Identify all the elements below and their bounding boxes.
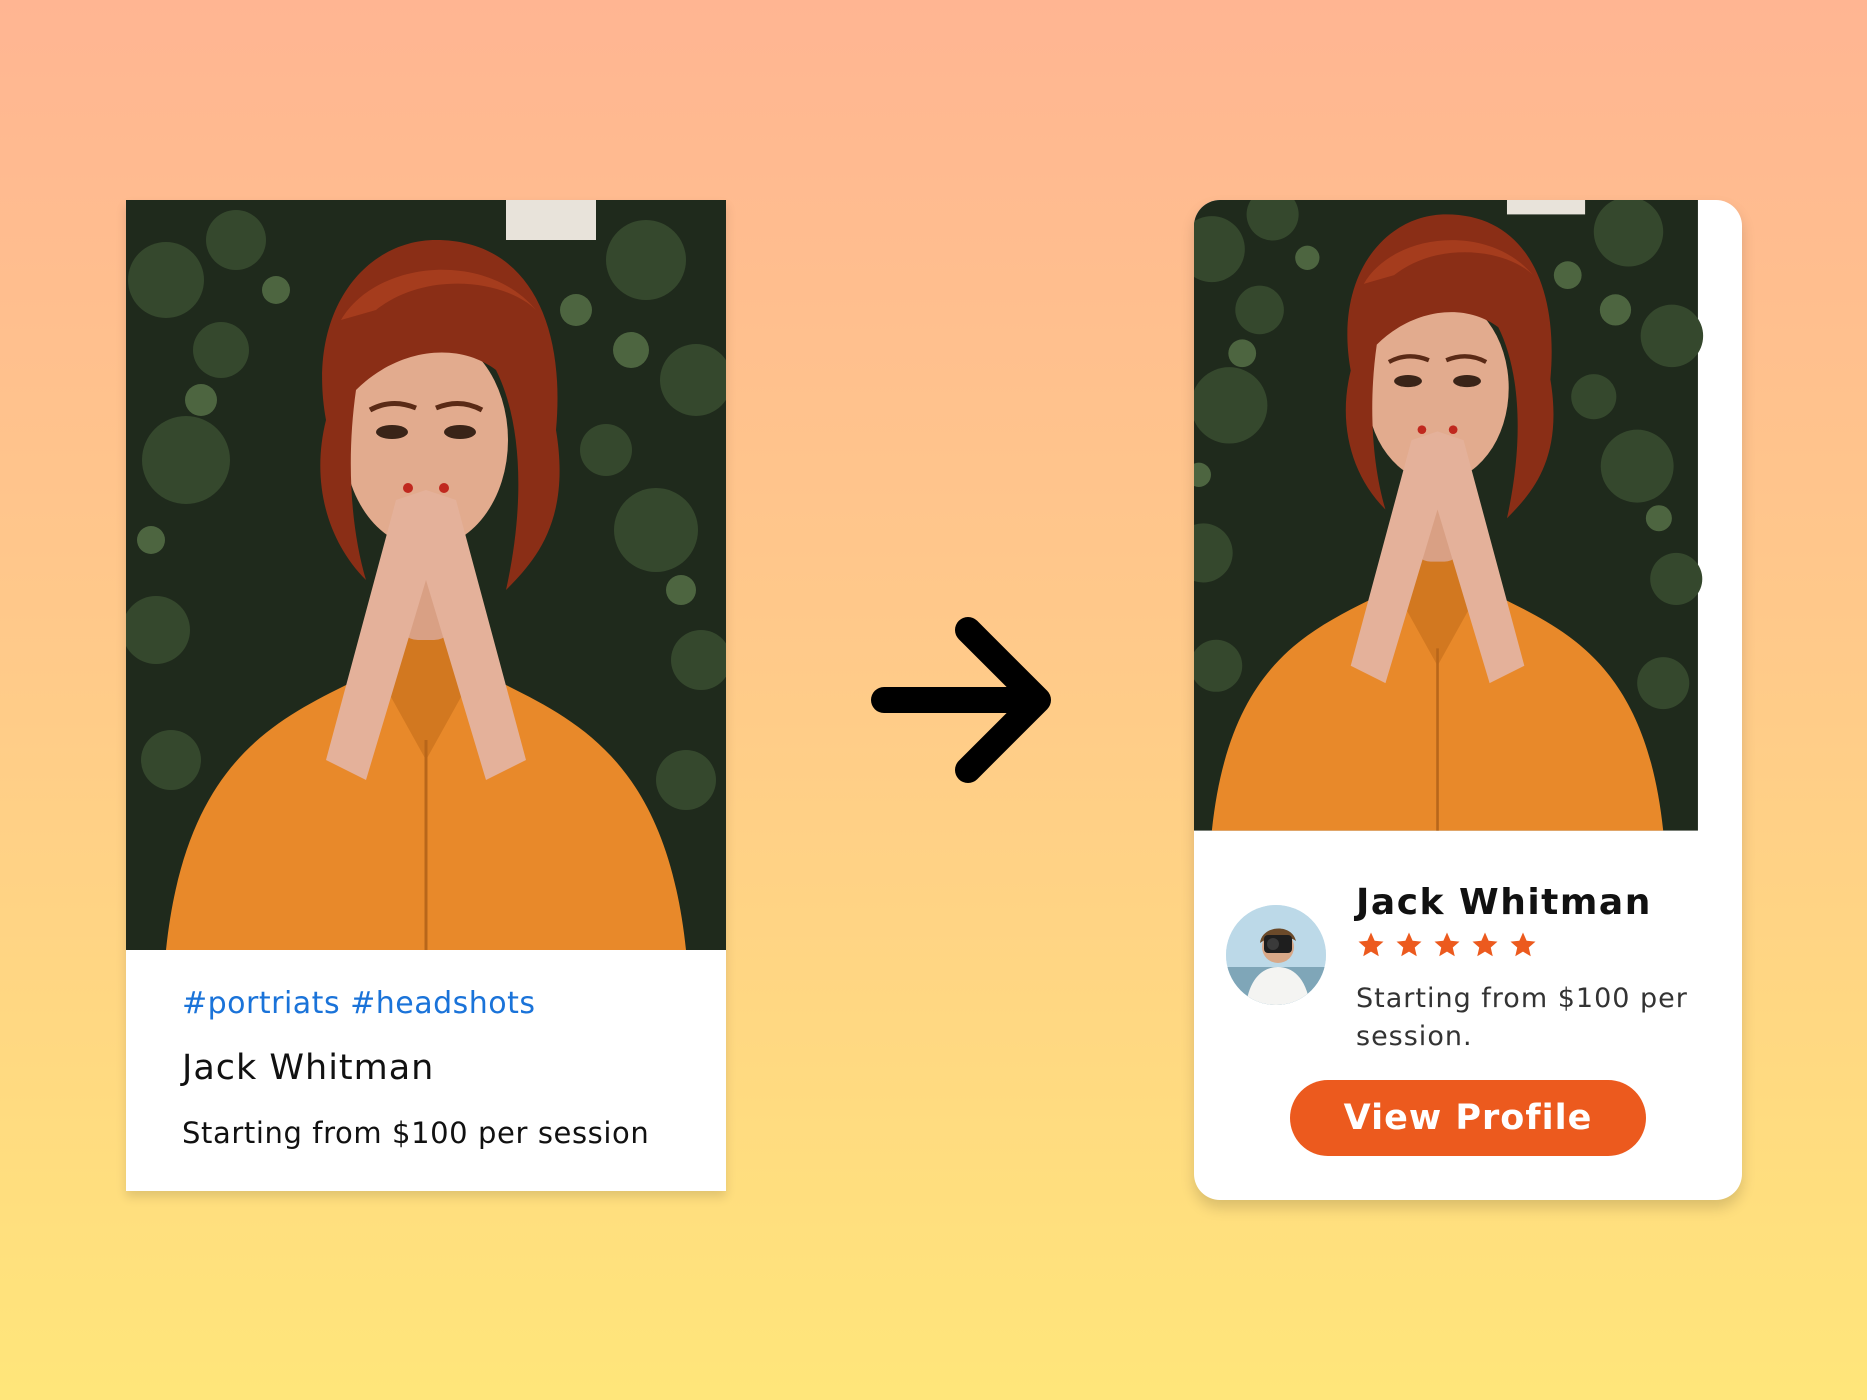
rating-stars <box>1356 930 1538 960</box>
price-text: Starting from $100 per session. <box>1356 983 1688 1052</box>
portrait-photo <box>1194 200 1742 851</box>
photographer-name: Jack Whitman <box>1356 882 1652 923</box>
hashtags[interactable]: #portriats #headshots <box>182 986 536 1021</box>
view-profile-button[interactable]: View Profile <box>1290 1080 1646 1156</box>
redesigned-card: Jack Whitman Starting from $100 per sess… <box>1194 200 1742 1200</box>
avatar[interactable] <box>1226 905 1326 1005</box>
star-icon <box>1432 930 1462 960</box>
star-icon <box>1508 930 1538 960</box>
star-icon <box>1356 930 1386 960</box>
right-arrow-icon <box>871 617 1051 783</box>
price-text: Starting from $100 per session <box>182 1116 650 1150</box>
star-icon <box>1394 930 1424 960</box>
original-card: #portriats #headshots Jack Whitman Start… <box>126 200 726 1191</box>
photographer-name: Jack Whitman <box>182 1048 435 1088</box>
portrait-photo <box>126 200 726 950</box>
star-icon <box>1470 930 1500 960</box>
